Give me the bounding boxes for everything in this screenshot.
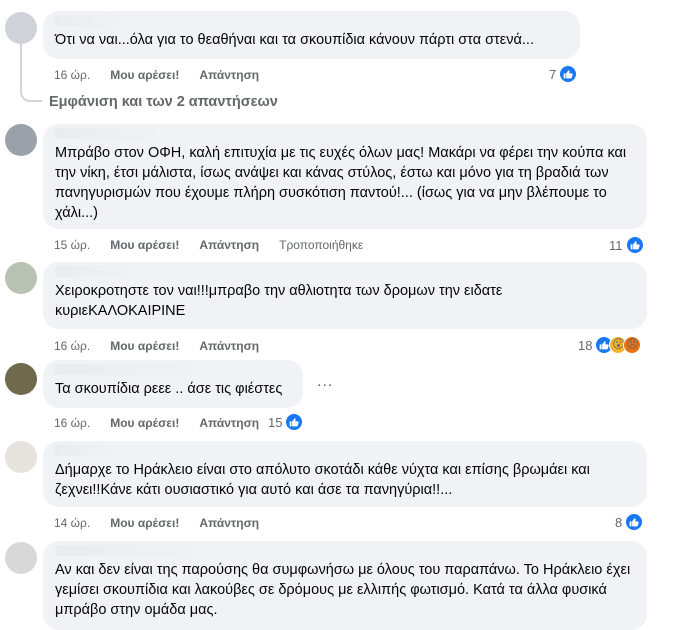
comment-text: Ότι να ναι...όλα για το θεαθήναι και τα …: [55, 32, 534, 48]
avatar[interactable]: [5, 12, 37, 44]
avatar[interactable]: [5, 441, 37, 473]
comment-text: Μπράβο στον ΟΦΗ, καλή επιτυχία με τις ευ…: [55, 145, 631, 221]
reaction-summary[interactable]: 11: [609, 236, 644, 254]
edited-label: Τροποποιήθηκε: [279, 238, 364, 252]
comment-text: Τα σκουπίδια ρεεε .. άσε τις φιέστες: [55, 381, 283, 397]
comment-time[interactable]: 14 ώρ.: [54, 516, 90, 530]
comment-time[interactable]: 16 ώρ.: [54, 68, 90, 82]
avatar[interactable]: [5, 363, 37, 395]
author-name[interactable]: [55, 266, 135, 277]
reply-button[interactable]: Απάντηση: [199, 238, 259, 252]
more-options-icon[interactable]: ...: [317, 373, 333, 391]
author-name[interactable]: [55, 445, 115, 456]
reply-button[interactable]: Απάντηση: [199, 416, 259, 430]
reply-button[interactable]: Απάντηση: [199, 339, 259, 353]
comment-bubble: Ότι να ναι...όλα για το θεαθήναι και τα …: [43, 11, 580, 59]
like-button[interactable]: Μου αρέσει!: [110, 68, 179, 82]
comment-actions: 15 ώρ. Μου αρέσει! Απάντηση Τροποποιήθηκ…: [54, 238, 383, 252]
avatar[interactable]: [5, 262, 37, 294]
comment-bubble: Χειροκροτηστε τον ναι!!!μπραβο την αθλιο…: [43, 262, 647, 329]
comment-actions: 16 ώρ. Μου αρέσει! Απάντηση: [54, 68, 279, 82]
comment-text: Χειροκροτηστε τον ναι!!!μπραβο την αθλιο…: [55, 283, 507, 319]
reaction-summary[interactable]: 15: [268, 413, 304, 431]
comment-bubble: Δήμαρχε το Ηράκλειο είναι στο απόλυτο σκ…: [43, 441, 647, 507]
comment-bubble: Μπράβο στον ΟΦΗ, καλή επιτυχία με τις ευ…: [43, 124, 647, 229]
reaction-count: 8: [615, 514, 623, 530]
reaction-summary[interactable]: 8: [615, 513, 644, 531]
thread-connector: [20, 44, 42, 102]
comment-time[interactable]: 16 ώρ.: [54, 416, 90, 430]
like-button[interactable]: Μου αρέσει!: [110, 416, 179, 430]
like-icon: [285, 413, 304, 431]
like-icon: [559, 65, 578, 83]
reaction-count: 15: [268, 414, 283, 430]
reaction-summary[interactable]: 7: [549, 65, 578, 83]
reply-button[interactable]: Απάντηση: [199, 68, 259, 82]
like-icon: [625, 236, 644, 254]
angry-icon: 😠: [623, 336, 642, 354]
comment-time[interactable]: 16 ώρ.: [54, 339, 90, 353]
comment-bubble: Αν και δεν είναι της παρούσης θα συμφωνή…: [43, 541, 647, 630]
author-name[interactable]: [55, 15, 125, 26]
author-name[interactable]: [55, 128, 165, 139]
comment-text: Αν και δεν είναι της παρούσης θα συμφωνή…: [55, 562, 635, 618]
comment-actions: 14 ώρ. Μου αρέσει! Απάντηση: [54, 516, 279, 530]
author-name[interactable]: [55, 364, 205, 375]
comment-text: Δήμαρχε το Ηράκλειο είναι στο απόλυτο σκ…: [55, 462, 594, 498]
comment: Ότι να ναι...όλα για το θεαθήναι και τα …: [0, 0, 677, 90]
comment-actions: 16 ώρ. Μου αρέσει! Απάντηση: [54, 339, 279, 353]
like-icon: [625, 513, 644, 531]
comment-bubble: Τα σκουπίδια ρεεε .. άσε τις φιέστες: [43, 360, 303, 408]
reaction-count: 7: [549, 66, 557, 82]
reaction-count: 11: [609, 237, 623, 253]
view-replies-link[interactable]: Εμφάνιση και των 2 απαντήσεων: [49, 94, 278, 110]
comment-time[interactable]: 15 ώρ.: [54, 238, 90, 252]
reaction-summary[interactable]: 18 😮 😠: [578, 336, 642, 354]
like-button[interactable]: Μου αρέσει!: [110, 238, 179, 252]
like-button[interactable]: Μου αρέσει!: [110, 516, 179, 530]
like-button[interactable]: Μου αρέσει!: [110, 339, 179, 353]
reaction-count: 18: [578, 337, 593, 353]
avatar[interactable]: [5, 542, 37, 574]
reply-button[interactable]: Απάντηση: [199, 516, 259, 530]
author-name[interactable]: [55, 545, 205, 556]
comment-actions: 16 ώρ. Μου αρέσει! Απάντηση: [54, 416, 279, 430]
avatar[interactable]: [5, 124, 37, 156]
